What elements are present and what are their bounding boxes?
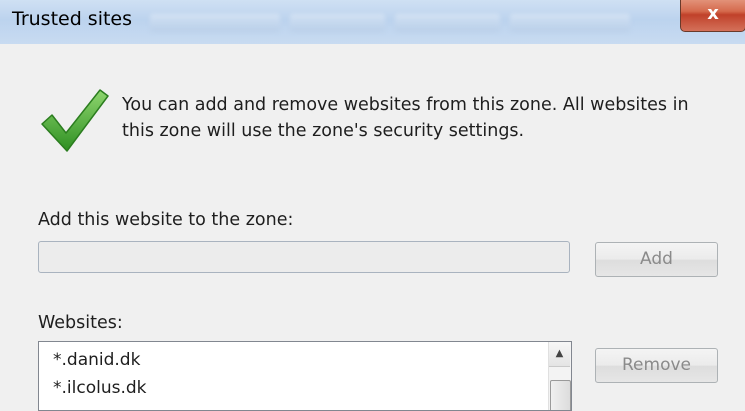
websites-label: Websites: — [38, 313, 123, 333]
list-item[interactable]: *.danid.dk — [53, 350, 140, 370]
add-button[interactable]: Add — [595, 242, 718, 277]
add-website-label: Add this website to the zone: — [38, 210, 294, 230]
scroll-thumb[interactable] — [550, 380, 571, 410]
checkmark-icon — [41, 89, 109, 152]
zone-info-text: You can add and remove websites from thi… — [122, 95, 689, 141]
list-item[interactable]: *.ilcolus.dk — [53, 378, 147, 398]
background-tab-ghost — [150, 14, 280, 32]
background-tab-ghost — [290, 14, 385, 32]
close-button[interactable]: x — [680, 0, 745, 32]
scroll-up-arrow-icon[interactable]: ▲ — [549, 342, 570, 367]
vertical-scrollbar[interactable]: ▲ — [548, 342, 571, 410]
remove-button[interactable]: Remove — [595, 348, 718, 383]
background-tab-ghost — [395, 14, 500, 32]
websites-listbox[interactable]: *.danid.dk *.ilcolus.dk ▲ — [38, 341, 572, 411]
background-tab-ghost — [510, 14, 630, 32]
title-bar: Trusted sites x — [0, 0, 745, 44]
website-url-input[interactable] — [38, 241, 570, 273]
window-title: Trusted sites — [12, 8, 133, 30]
